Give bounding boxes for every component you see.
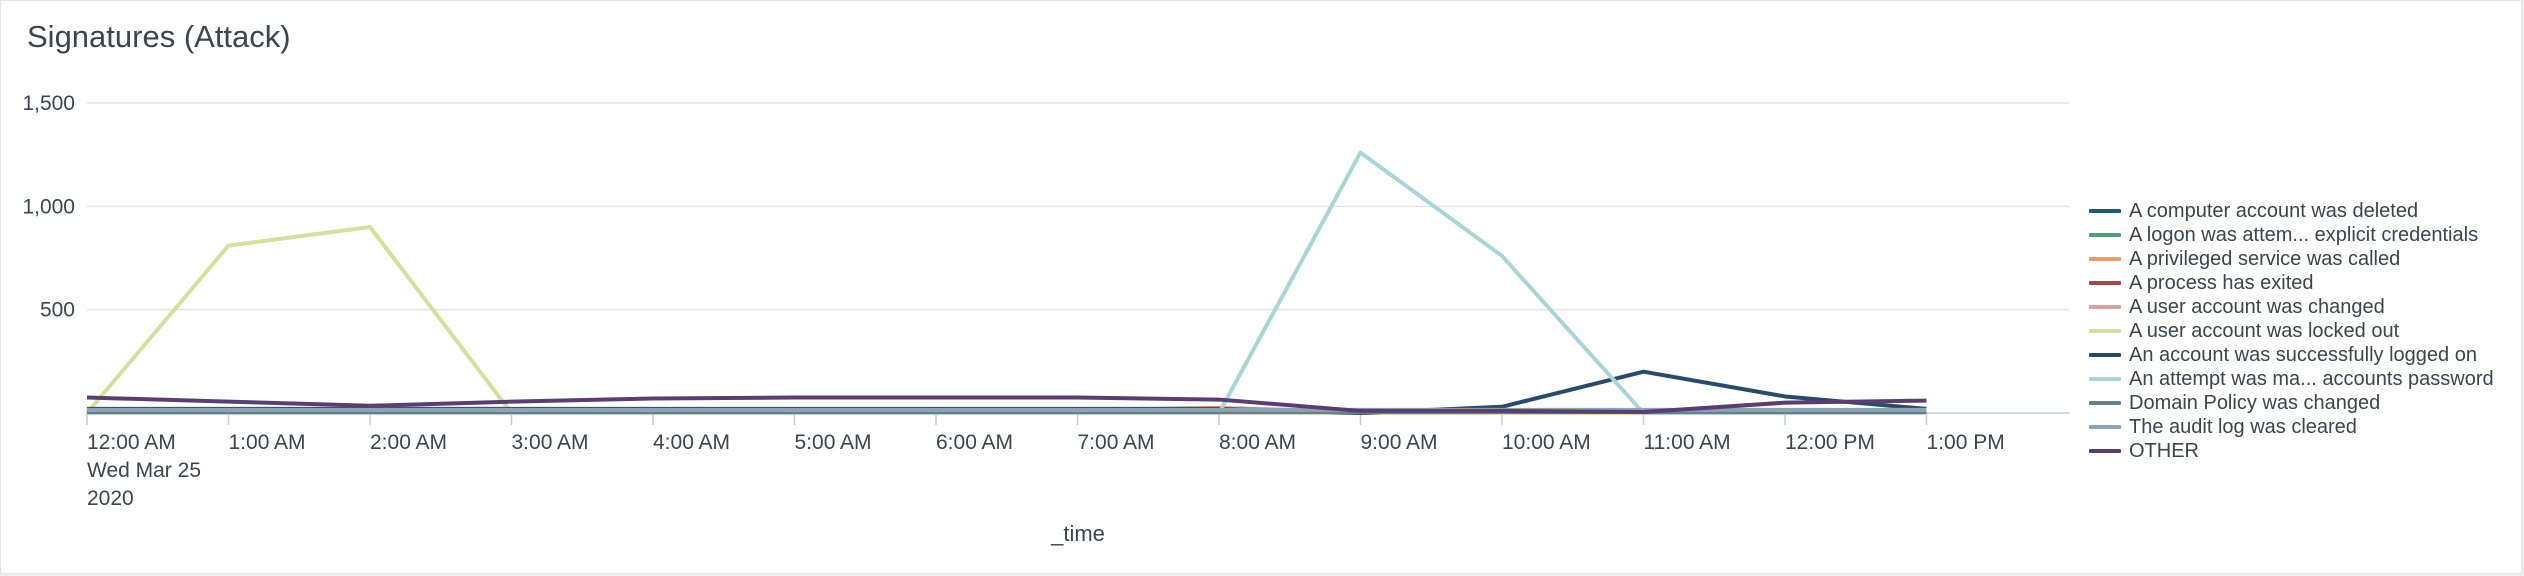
legend-swatch <box>2089 377 2121 381</box>
x-tick-label: 12:00 PM <box>1785 431 1875 454</box>
legend-item[interactable]: An account was successfully logged on <box>2089 343 2494 367</box>
x-tick-label: 8:00 AM <box>1219 431 1296 454</box>
legend-item[interactable]: A process has exited <box>2089 271 2494 295</box>
legend: A computer account was deleted A logon wa… <box>2089 199 2494 463</box>
legend-swatch <box>2089 233 2121 237</box>
x-tick-label: 6:00 AM <box>936 431 1013 454</box>
legend-item[interactable]: A privileged service was called <box>2089 247 2494 271</box>
x-tick-label: 5:00 AM <box>795 431 872 454</box>
legend-label: Domain Policy was changed <box>2129 391 2381 414</box>
x-tick-label: 1:00 PM <box>1927 431 2005 454</box>
x-axis: 12:00 AM 1:00 AM 2:00 AM 3:00 AM 4:00 AM 5:00… <box>86 412 2069 510</box>
gridlines <box>87 102 2069 311</box>
legend-item[interactable]: A user account was changed <box>2089 295 2494 319</box>
x-tick-label: 7:00 AM <box>1078 431 1155 454</box>
legend-swatch <box>2089 353 2121 357</box>
x-tick-sublabel: Wed Mar 25 <box>87 459 201 482</box>
legend-item[interactable]: OTHER <box>2089 439 2494 463</box>
legend-swatch <box>2089 281 2121 285</box>
legend-item[interactable]: A computer account was deleted <box>2089 199 2494 223</box>
legend-swatch <box>2089 209 2121 213</box>
legend-swatch <box>2089 305 2121 309</box>
legend-label: A computer account was deleted <box>2129 199 2419 222</box>
x-axis-label: _time <box>1050 521 1105 546</box>
x-tick-sublabel: 2020 <box>87 487 134 510</box>
x-tick-label: 9:00 AM <box>1361 431 1438 454</box>
legend-label: An account was successfully logged on <box>2129 343 2477 366</box>
x-tick-label: 4:00 AM <box>653 431 730 454</box>
legend-item[interactable]: A logon was attem... explicit credential… <box>2089 223 2494 247</box>
legend-label: A user account was locked out <box>2129 319 2400 342</box>
y-tick-label: 1,000 <box>22 195 75 218</box>
legend-swatch <box>2089 401 2121 405</box>
x-tick-label: 1:00 AM <box>229 431 306 454</box>
legend-swatch <box>2089 257 2121 261</box>
legend-label: A privileged service was called <box>2129 247 2401 270</box>
legend-item[interactable]: The audit log was cleared <box>2089 415 2494 439</box>
series-line[interactable] <box>85 225 1927 415</box>
chart-panel: Signatures (Attack) 500 1,000 1,500 12:00 … <box>0 0 2522 574</box>
x-tick-label: 12:00 AM <box>87 431 176 454</box>
y-axis: 500 1,000 1,500 <box>22 92 75 322</box>
legend-swatch <box>2089 329 2121 333</box>
y-tick-label: 500 <box>40 299 75 322</box>
legend-item[interactable]: A user account was locked out <box>2089 319 2494 343</box>
x-tick-label: 10:00 AM <box>1502 431 1591 454</box>
legend-swatch <box>2089 425 2121 429</box>
y-tick-label: 1,500 <box>22 92 75 115</box>
legend-label: The audit log was cleared <box>2129 415 2357 438</box>
legend-label: A logon was attem... explicit credential… <box>2129 223 2479 246</box>
x-tick-label: 2:00 AM <box>370 431 447 454</box>
legend-label: OTHER <box>2129 439 2199 462</box>
legend-label: An attempt was ma... accounts password <box>2129 367 2494 390</box>
legend-item[interactable]: Domain Policy was changed <box>2089 391 2494 415</box>
legend-item[interactable]: An attempt was ma... accounts password <box>2089 367 2494 391</box>
series-lines <box>85 150 1927 415</box>
legend-swatch <box>2089 449 2121 453</box>
legend-label: A user account was changed <box>2129 295 2385 318</box>
x-tick-label: 3:00 AM <box>512 431 589 454</box>
x-tick-label: 11:00 AM <box>1644 431 1731 454</box>
legend-label: A process has exited <box>2129 271 2314 294</box>
